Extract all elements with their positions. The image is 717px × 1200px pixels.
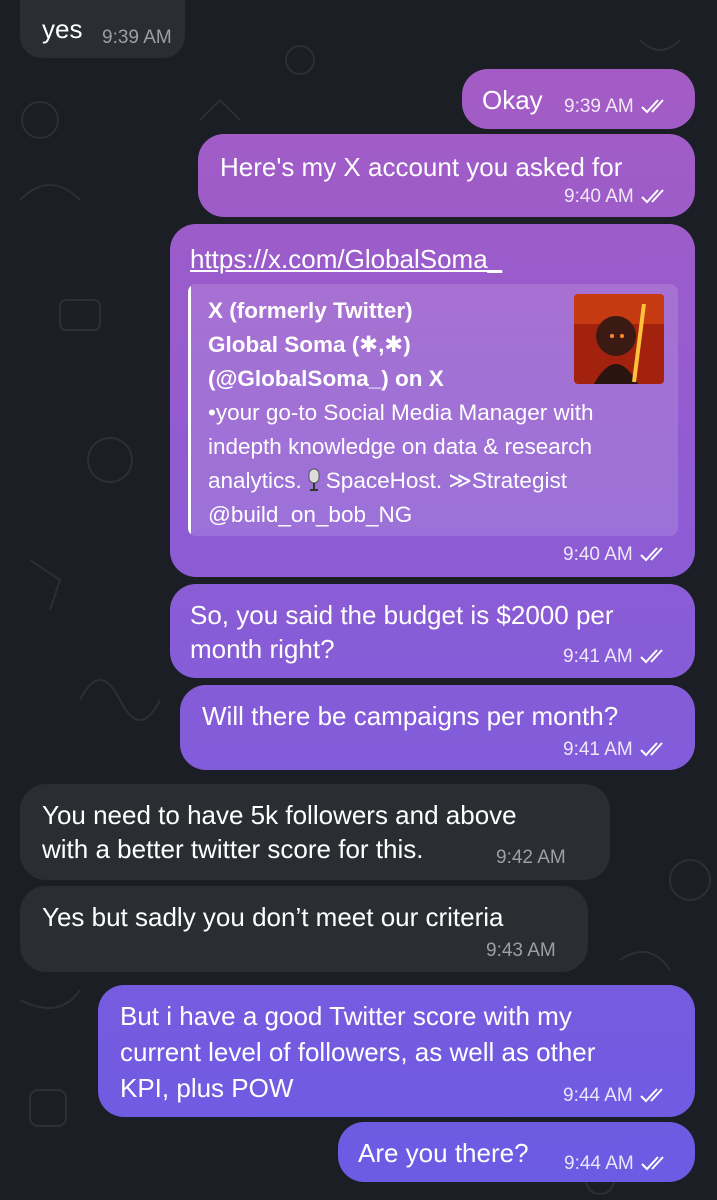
preview-description-part: SpaceHost. ≫Strategist [325,468,567,493]
message-time: 9:41 AM [563,739,669,761]
message-outgoing[interactable]: But i have a good Twitter score with my … [98,985,695,1117]
message-outgoing[interactable]: Okay 9:39 AM [462,69,695,129]
message-text: Here's my X account you asked for [220,152,623,182]
message-time: 9:41 AM [563,646,669,668]
time-text: 9:44 AM [564,1153,634,1174]
message-text: But i have a good Twitter score with my [120,1001,572,1031]
preview-description-part: analytics. [208,468,302,493]
message-text: yes [42,14,83,44]
microphone-emoji [308,468,320,491]
time-text: 9:44 AM [563,1085,633,1106]
time-text: 9:40 AM [563,544,633,565]
double-check-icon [640,547,663,562]
message-incoming[interactable]: You need to have 5k followers and above … [20,784,610,880]
preview-description: indepth knowledge on data & research [208,434,593,459]
link-preview-card[interactable]: X (formerly Twitter) Global Soma (✱,✱) (… [188,284,678,536]
message-text: You need to have 5k followers and above [42,800,517,830]
preview-description: analytics. SpaceHost. ≫Strategist [208,464,567,498]
time-text: 9:39 AM [564,96,634,117]
message-text: KPI, plus POW [120,1073,294,1103]
message-time: 9:40 AM [564,186,670,208]
preview-description: @build_on_bob_NG [208,502,413,527]
message-time: 9:43 AM [486,940,556,961]
message-incoming[interactable]: Yes but sadly you don’t meet our criteri… [20,886,588,972]
double-check-icon [640,649,663,664]
double-check-icon [640,742,663,757]
double-check-icon [641,189,664,204]
double-check-icon [641,99,664,114]
message-time: 9:39 AM [564,96,670,118]
message-outgoing[interactable]: Are you there? 9:44 AM [338,1122,695,1182]
message-outgoing[interactable]: Will there be campaigns per month? 9:41 … [180,685,695,770]
double-check-icon [640,1088,663,1103]
message-outgoing-link[interactable]: https://x.com/GlobalSoma_ X (formerly Tw… [170,224,695,577]
message-text: Yes but sadly you don’t meet our criteri… [42,902,504,932]
message-text: with a better twitter score for this. [42,834,424,864]
preview-title: Global Soma (✱,✱) [208,332,411,357]
message-text: So, you said the budget is $2000 per [190,600,614,630]
message-link[interactable]: https://x.com/GlobalSoma_ [190,242,502,277]
message-text: current level of followers, as well as o… [120,1037,596,1067]
message-text: Are you there? [358,1138,529,1168]
preview-title: (@GlobalSoma_) on X [208,366,444,391]
message-time: 9:44 AM [564,1153,670,1175]
time-text: 9:40 AM [564,186,634,207]
message-text: Will there be campaigns per month? [202,701,619,731]
message-time: 9:42 AM [496,847,566,868]
message-outgoing[interactable]: So, you said the budget is $2000 per mon… [170,584,695,678]
preview-accent-bar [188,284,191,536]
preview-site-name: X (formerly Twitter) [208,298,413,323]
preview-description: •your go-to Social Media Manager with [208,400,594,425]
message-time: 9:44 AM [563,1085,669,1107]
message-text: Okay [482,85,543,115]
avatar-thumbnail [574,294,664,384]
message-outgoing[interactable]: Here's my X account you asked for 9:40 A… [198,134,695,217]
double-check-icon [641,1156,664,1171]
message-text: month right? [190,634,335,664]
message-time: 9:40 AM [563,544,669,566]
time-text: 9:41 AM [563,739,633,760]
time-text: 9:41 AM [563,646,633,667]
message-incoming[interactable]: yes 9:39 AM [20,0,185,58]
message-time: 9:39 AM [102,27,172,48]
